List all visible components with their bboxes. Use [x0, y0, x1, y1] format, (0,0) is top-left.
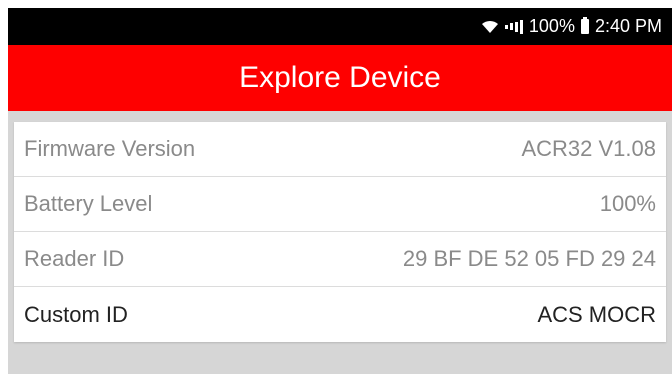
battery-icon — [580, 17, 589, 34]
row-label: Firmware Version — [24, 136, 196, 161]
row-value: 29 BF DE 52 05 FD 29 24 — [402, 246, 656, 271]
app-screen: 100% 2:40 PM Explore Device Firmware Ver… — [0, 0, 672, 374]
device-info-list: Firmware Version ACR32 V1.08 Battery Lev… — [14, 122, 666, 342]
row-label: Custom ID — [24, 301, 128, 327]
row-value: ACR32 V1.08 — [521, 136, 656, 161]
wifi-icon — [481, 20, 499, 34]
clock: 2:40 PM — [594, 16, 662, 36]
reader-id-row: Reader ID 29 BF DE 52 05 FD 29 24 — [14, 232, 666, 287]
app-bar: Explore Device — [8, 45, 672, 111]
signal-icon — [504, 19, 523, 34]
status-bar: 100% 2:40 PM — [8, 8, 672, 45]
firmware-version-row: Firmware Version ACR32 V1.08 — [14, 122, 666, 177]
row-label: Battery Level — [24, 191, 153, 216]
top-margin — [0, 0, 672, 8]
row-value: 100% — [599, 191, 656, 216]
custom-id-row[interactable]: Custom ID ACS MOCR — [14, 287, 666, 342]
left-margin — [0, 0, 8, 374]
battery-level-row: Battery Level 100% — [14, 177, 666, 232]
page-title: Explore Device — [239, 61, 441, 94]
row-value[interactable]: ACS MOCR — [537, 302, 656, 328]
row-label: Reader ID — [24, 246, 125, 271]
battery-percent: 100% — [528, 16, 575, 36]
